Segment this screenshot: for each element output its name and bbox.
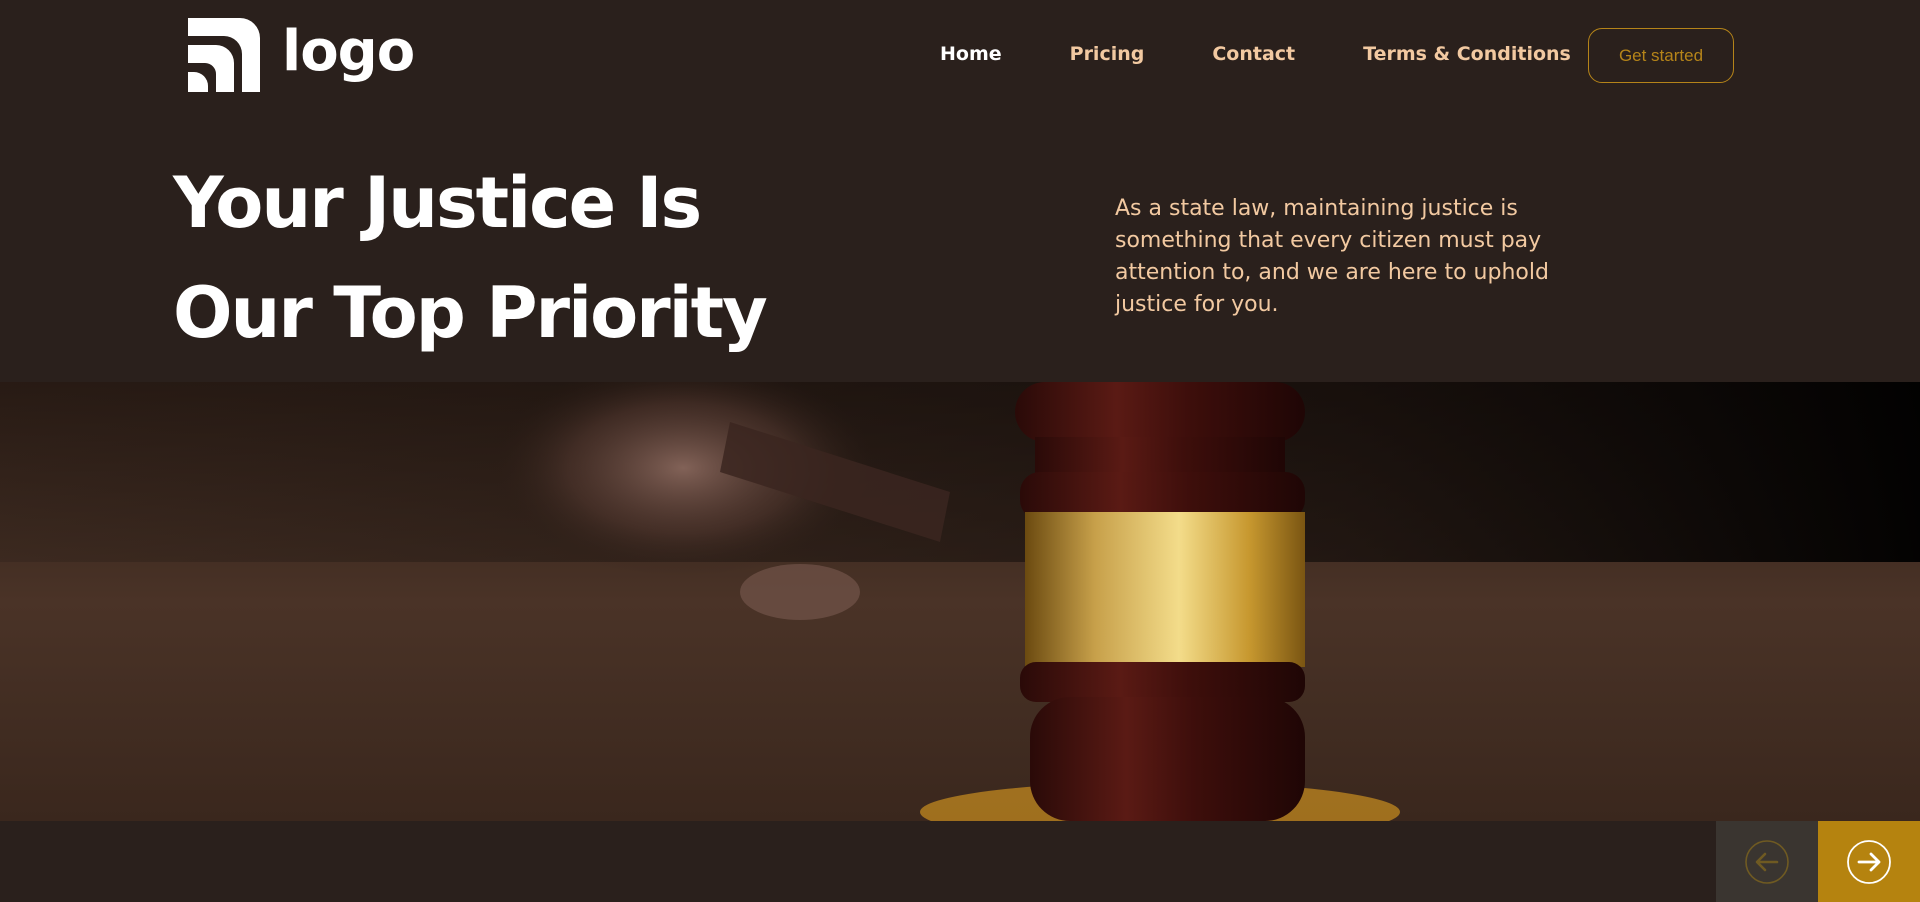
nav-terms[interactable]: Terms & Conditions <box>1363 43 1571 65</box>
site-header: logo Home Pricing Contact Terms & Condit… <box>0 0 1920 110</box>
nav-contact[interactable]: Contact <box>1212 43 1295 65</box>
carousel-next-button[interactable] <box>1818 821 1920 902</box>
get-started-button[interactable]: Get started <box>1588 28 1734 83</box>
gavel-photo <box>0 382 1920 821</box>
signal-arcs-icon <box>188 18 260 92</box>
hero-banner-image <box>0 382 1920 821</box>
hero-description: As a state law, maintaining justice is s… <box>1115 196 1549 317</box>
logo-text: logo <box>282 19 415 84</box>
arrow-left-icon <box>1745 839 1789 884</box>
hero-title-line-1: Your Justice Is <box>173 162 702 244</box>
carousel-prev-button[interactable] <box>1716 821 1818 902</box>
hero-title-line-2: Our Top Priority <box>173 272 768 354</box>
main-nav: Home Pricing Contact Terms & Conditions <box>940 43 1571 65</box>
nav-pricing[interactable]: Pricing <box>1070 43 1145 65</box>
logo[interactable]: logo <box>186 18 415 92</box>
arrow-right-icon <box>1847 839 1891 884</box>
hero-title: Your Justice Is Our Top Priority <box>173 148 768 368</box>
carousel-controls <box>0 821 1920 902</box>
nav-home[interactable]: Home <box>940 43 1002 65</box>
